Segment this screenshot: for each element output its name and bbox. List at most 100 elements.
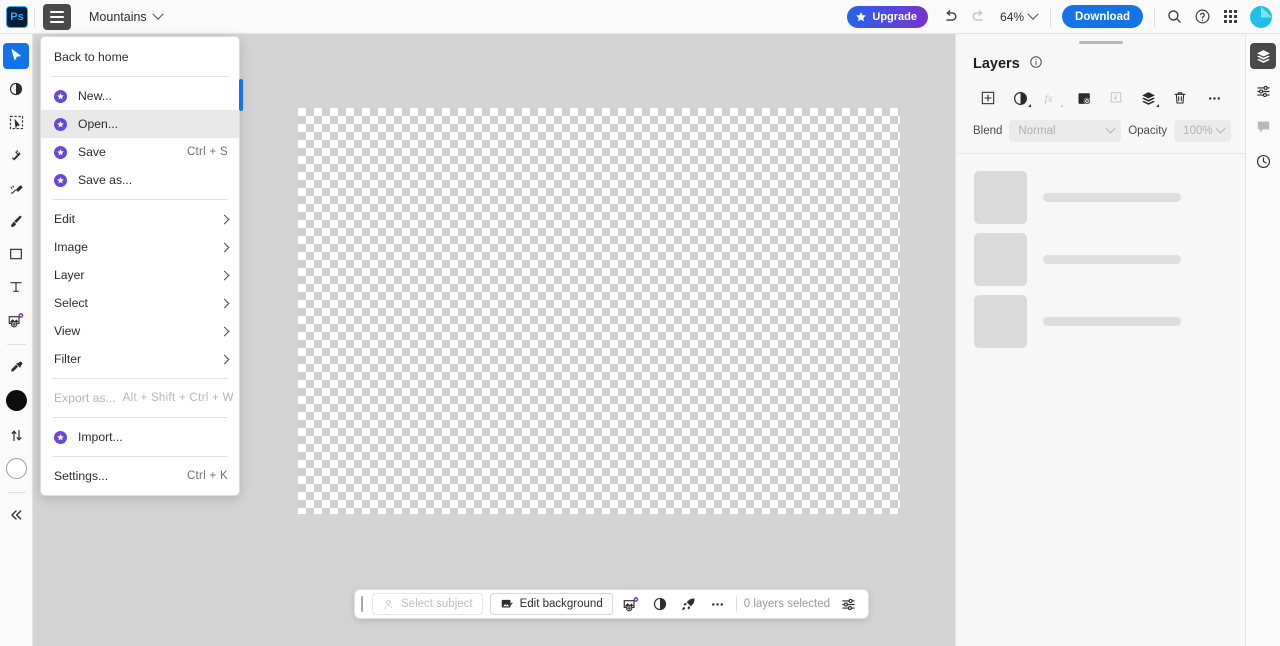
blend-mode-select[interactable]: Normal [1009, 120, 1122, 142]
contextbar-settings-button[interactable] [837, 593, 859, 615]
undo-button[interactable] [936, 3, 964, 31]
menu-item-label: Import... [78, 430, 123, 444]
generative-fill-tool[interactable] [3, 307, 29, 333]
rocket-icon [682, 598, 695, 610]
download-button[interactable]: Download [1062, 5, 1143, 28]
menu-item-layer[interactable]: Layer [41, 261, 239, 289]
layer-thumbnail-placeholder [974, 171, 1027, 224]
menu-item-filter[interactable]: Filter [41, 345, 239, 373]
double-chevron-left-icon [11, 510, 22, 520]
layer-effects-button[interactable]: fx [1036, 85, 1068, 111]
menu-divider [52, 199, 228, 200]
object-selection-tool[interactable] [3, 109, 29, 135]
ellipsis-icon [712, 602, 724, 606]
menu-item-label: Image [54, 240, 88, 254]
upgrade-button[interactable]: Upgrade [847, 5, 929, 28]
top-app-bar: Ps Mountains Upgrade 64% Download [0, 0, 1280, 34]
quick-selection-tool[interactable] [3, 142, 29, 168]
eyedropper-tool[interactable] [3, 354, 29, 380]
layer-skeleton-item [956, 233, 1245, 295]
type-tool[interactable] [3, 274, 29, 300]
rail-history-button[interactable] [1250, 148, 1276, 174]
menu-item-save[interactable]: Save Ctrl + S [41, 138, 239, 166]
menu-item-back-to-home[interactable]: Back to home [41, 43, 239, 71]
background-color-swatch[interactable] [3, 455, 29, 481]
rail-layers-button[interactable] [1250, 43, 1276, 69]
menu-item-view[interactable]: View [41, 317, 239, 345]
cursor-arrow-icon [11, 49, 21, 61]
topbar-divider [34, 6, 35, 27]
zoom-level-dropdown[interactable]: 64% [994, 8, 1043, 24]
menu-item-image[interactable]: Image [41, 233, 239, 261]
info-circle-icon[interactable] [1029, 55, 1043, 73]
collapse-toolbar-button[interactable] [3, 502, 29, 528]
photoshop-logo[interactable]: Ps [6, 5, 28, 28]
adjustments-tool[interactable] [3, 76, 29, 102]
menu-item-edit[interactable]: Edit [41, 205, 239, 233]
layers-panel: Layers fx Blend Normal Opacity 100% [955, 34, 1245, 646]
add-layer-button[interactable] [972, 85, 1004, 111]
redo-button[interactable] [964, 3, 992, 31]
edit-background-icon [501, 599, 513, 608]
shape-tool[interactable] [3, 241, 29, 267]
plus-square-icon [981, 91, 995, 105]
menu-item-shortcut: Alt + Shift + Ctrl + W [122, 392, 234, 404]
right-panel-rail [1245, 34, 1280, 646]
rail-properties-button[interactable] [1250, 78, 1276, 104]
main-menu-dropdown: Back to home New... Open... Save Ctrl + … [40, 36, 243, 496]
menu-item-select[interactable]: Select [41, 289, 239, 317]
delete-layer-button[interactable] [1164, 85, 1196, 111]
app-switcher-button[interactable] [1216, 3, 1244, 31]
layer-mask-button[interactable] [1068, 85, 1100, 111]
swap-colors-button[interactable] [3, 422, 29, 448]
edit-background-button[interactable]: Edit background [489, 593, 613, 615]
spot-healing-tool[interactable] [3, 175, 29, 201]
person-subject-icon [384, 599, 393, 609]
topbar-right-group: Upgrade 64% Download [847, 3, 1280, 31]
rocket-icon[interactable] [678, 593, 700, 615]
layer-skeleton-item [956, 171, 1245, 233]
help-button[interactable] [1188, 3, 1216, 31]
layer-name-placeholder [1043, 193, 1181, 202]
menu-item-export-as[interactable]: Export as... Alt + Shift + Ctrl + W [41, 384, 239, 412]
drag-handle[interactable] [361, 596, 363, 612]
half-circle-icon [9, 82, 23, 96]
contextual-task-bar: Select subject Edit background 0 layers … [354, 589, 870, 619]
foreground-color-swatch[interactable] [3, 387, 29, 413]
chevron-down-icon [1027, 8, 1039, 20]
menu-scrollbar-thumb[interactable] [239, 79, 243, 111]
user-avatar[interactable] [1250, 5, 1272, 28]
opacity-select[interactable]: 100% [1174, 120, 1231, 142]
blend-label: Blend [973, 125, 1003, 137]
document-canvas[interactable] [298, 108, 900, 514]
layers-more-options-button[interactable] [1198, 85, 1230, 111]
layers-list[interactable] [956, 154, 1245, 357]
adjustment-icon[interactable] [649, 593, 671, 615]
swap-arrows-icon [11, 429, 21, 441]
menu-item-open[interactable]: Open... [41, 110, 239, 138]
menu-item-import[interactable]: Import... [41, 423, 239, 451]
clipping-mask-button[interactable] [1100, 85, 1132, 111]
menu-item-settings[interactable]: Settings... Ctrl + K [41, 462, 239, 490]
move-tool[interactable] [3, 43, 29, 69]
menu-item-shortcut: Ctrl + S [186, 146, 228, 158]
eyedropper-icon [10, 361, 22, 372]
menu-item-save-as[interactable]: Save as... [41, 166, 239, 194]
star-badge-icon [54, 89, 67, 103]
document-title-dropdown[interactable]: Mountains [89, 8, 164, 24]
adjustment-layer-button[interactable] [1004, 85, 1036, 111]
paintbrush-icon [10, 215, 22, 227]
select-subject-button[interactable]: Select subject [372, 593, 483, 615]
upgrade-label: Upgrade [872, 10, 918, 23]
search-button[interactable] [1160, 3, 1188, 31]
chevron-right-icon [219, 354, 230, 364]
hamburger-line [50, 10, 64, 13]
rail-comments-button[interactable] [1250, 113, 1276, 139]
generative-fill-icon[interactable] [620, 593, 642, 615]
more-options-icon[interactable] [707, 593, 729, 615]
menu-item-new[interactable]: New... [41, 82, 239, 110]
group-layers-button[interactable] [1132, 85, 1164, 111]
main-menu-hamburger-button[interactable] [43, 3, 71, 30]
chevron-right-icon [219, 298, 230, 308]
brush-tool[interactable] [3, 208, 29, 234]
